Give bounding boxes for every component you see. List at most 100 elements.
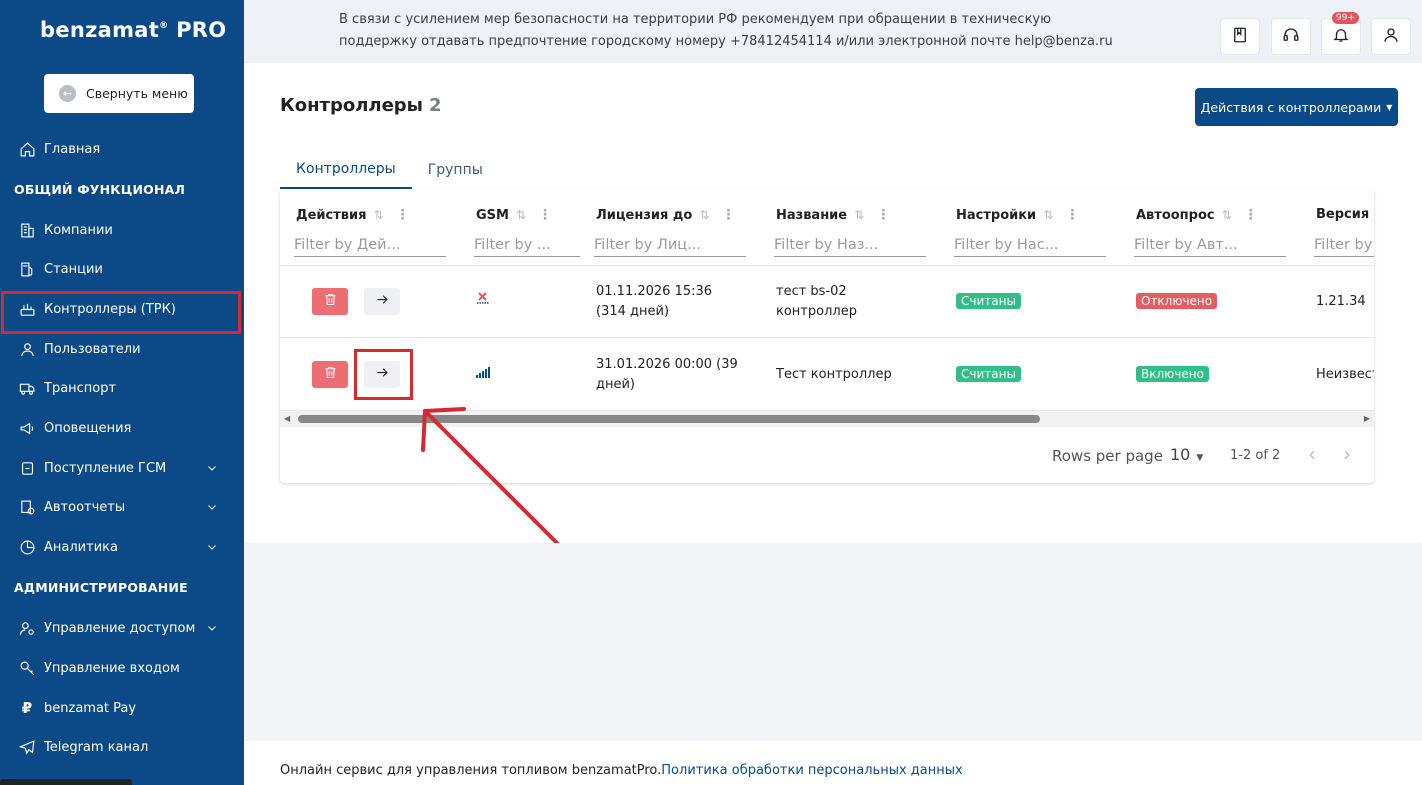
caret-down-icon: ▼ bbox=[1386, 102, 1393, 112]
pagination: Rows per page 10 ▼ 1-2 of 2 ‹ › bbox=[280, 427, 1374, 483]
license-cell: 31.01.2026 00:00 (39 дней) bbox=[596, 357, 738, 392]
status-badge: Включено bbox=[1136, 366, 1209, 382]
footer-text: Онлайн сервис для управления топливом be… bbox=[280, 763, 963, 778]
fuel-icon bbox=[18, 459, 36, 477]
arrow-left-icon: ← bbox=[59, 85, 76, 102]
controllers-count: 2 bbox=[428, 95, 442, 116]
highlight-box-controllers bbox=[1, 291, 241, 334]
filter-name-input[interactable] bbox=[774, 227, 926, 257]
col-license[interactable]: Лицензия до ⇅ ⋮ bbox=[596, 207, 735, 223]
scroll-left-icon[interactable]: ◀ bbox=[284, 414, 290, 423]
top-banner: В связи с усилением мер безопасности на … bbox=[244, 0, 1422, 63]
version-cell: Неизвест bbox=[1316, 367, 1374, 382]
highlight-box-open-button bbox=[354, 349, 413, 400]
main-content: Контроллеры 2 Действия с контроллерами ▼ К… bbox=[244, 63, 1422, 543]
version-cell: 1.21.34 bbox=[1316, 294, 1366, 309]
user-icon bbox=[18, 340, 36, 358]
sidebar-item-telegram[interactable]: Telegram канал bbox=[0, 728, 244, 766]
delete-button[interactable] bbox=[312, 361, 348, 388]
chevron-down-icon bbox=[206, 622, 218, 638]
filter-autopoll-input[interactable] bbox=[1134, 227, 1286, 257]
horizontal-scrollbar[interactable]: ◀ ▶ bbox=[280, 411, 1374, 427]
headset-icon bbox=[1282, 26, 1300, 48]
more-vert-icon: ⋮ bbox=[538, 207, 553, 223]
filter-actions-input[interactable] bbox=[294, 227, 446, 257]
page-footer: Онлайн сервис для управления топливом be… bbox=[244, 741, 1422, 785]
name-cell: Тест контроллер bbox=[776, 367, 892, 382]
sidebar-item-autoreports[interactable]: Автоотчеты bbox=[0, 488, 244, 526]
sidebar-item-companies[interactable]: Компании bbox=[0, 211, 244, 249]
sidebar-item-login-control[interactable]: Управление входом bbox=[0, 649, 244, 687]
chevron-right-icon[interactable]: › bbox=[1343, 442, 1351, 466]
sidebar: benzamat® PRO ← Свернуть меню Главная ОБ… bbox=[0, 0, 244, 785]
open-controller-button[interactable] bbox=[364, 288, 400, 315]
sort-icon: ⇅ bbox=[515, 208, 527, 222]
sidebar-scrollbar[interactable] bbox=[0, 779, 132, 785]
sidebar-item-notifications[interactable]: Оповещения bbox=[0, 409, 244, 447]
ruble-icon: ₽ bbox=[21, 699, 33, 717]
controllers-table: Действия ⇅ ⋮ GSM ⇅ ⋮ Лицензия до ⇅ ⋮ Название ⇅… bbox=[280, 189, 1374, 483]
name-cell: тест bs-02 контроллер bbox=[776, 284, 857, 319]
filter-license-input[interactable] bbox=[594, 227, 746, 257]
security-notice: В связи с усилением мер безопасности на … bbox=[339, 12, 1113, 49]
sort-icon: ⇅ bbox=[699, 208, 710, 222]
gsm-no-signal-icon bbox=[476, 290, 490, 311]
sidebar-item-access-control[interactable]: Управление доступом bbox=[0, 609, 244, 647]
notifications-button[interactable]: 99+ bbox=[1321, 12, 1361, 55]
section-admin: АДМИНИСТРИРОВАНИЕ bbox=[14, 580, 188, 595]
license-cell: 01.11.2026 15:36 (314 дней) bbox=[596, 284, 713, 319]
user-icon bbox=[1382, 26, 1400, 48]
collapse-menu-button[interactable]: ← Свернуть меню bbox=[44, 74, 194, 113]
truck-icon bbox=[18, 379, 36, 397]
profile-button[interactable] bbox=[1371, 18, 1411, 55]
status-badge: Считаны bbox=[956, 293, 1021, 309]
fuel-station-icon bbox=[18, 260, 36, 278]
col-version[interactable]: Версия П bbox=[1316, 207, 1374, 222]
delete-button[interactable] bbox=[312, 288, 348, 315]
sidebar-item-users[interactable]: Пользователи bbox=[0, 330, 244, 368]
section-general: ОБЩИЙ ФУНКЦИОНАЛ bbox=[14, 182, 186, 197]
book-icon bbox=[1231, 26, 1249, 48]
sidebar-item-home[interactable]: Главная bbox=[0, 130, 244, 168]
support-button[interactable] bbox=[1271, 18, 1311, 55]
filter-gsm-input[interactable] bbox=[474, 227, 580, 257]
caret-down-icon: ▼ bbox=[1196, 453, 1204, 463]
logo[interactable]: benzamat® PRO bbox=[40, 18, 226, 42]
key-icon bbox=[18, 659, 36, 677]
megaphone-icon bbox=[18, 419, 36, 437]
sidebar-item-benzamat-pay[interactable]: ₽ benzamat Pay bbox=[0, 689, 244, 727]
col-name[interactable]: Название ⇅ ⋮ bbox=[776, 207, 890, 223]
controller-actions-button[interactable]: Действия с контроллерами ▼ bbox=[1195, 88, 1398, 126]
trash-icon bbox=[323, 365, 338, 384]
privacy-policy-link[interactable]: Политика обработки персональных данных bbox=[661, 763, 962, 778]
bell-icon bbox=[1332, 26, 1350, 48]
rows-per-page-select[interactable]: 10 ▼ bbox=[1170, 445, 1203, 464]
col-gsm[interactable]: GSM ⇅ ⋮ bbox=[476, 207, 552, 223]
filter-settings-input[interactable] bbox=[954, 227, 1106, 257]
user-key-icon bbox=[18, 619, 36, 637]
sort-icon: ⇅ bbox=[1043, 208, 1054, 222]
scrollbar-thumb[interactable] bbox=[298, 415, 1040, 423]
notification-badge: 99+ bbox=[1332, 12, 1359, 24]
chevron-down-icon bbox=[206, 501, 218, 517]
tab-controllers[interactable]: Контроллеры bbox=[280, 151, 412, 189]
status-badge: Отключено bbox=[1136, 293, 1218, 309]
building-icon bbox=[18, 221, 36, 239]
tab-groups[interactable]: Группы bbox=[412, 151, 499, 189]
rows-per-page-label: Rows per page bbox=[1052, 447, 1163, 465]
sidebar-item-fuel-income[interactable]: Поступление ГСМ bbox=[0, 449, 244, 487]
more-vert-icon: ⋮ bbox=[1065, 207, 1080, 223]
col-settings[interactable]: Настройки ⇅ ⋮ bbox=[956, 207, 1079, 223]
more-vert-icon: ⋮ bbox=[876, 207, 891, 223]
sidebar-item-stations[interactable]: Станции bbox=[0, 250, 244, 288]
sidebar-item-transport[interactable]: Транспорт bbox=[0, 369, 244, 407]
chevron-left-icon[interactable]: ‹ bbox=[1308, 442, 1316, 466]
col-actions[interactable]: Действия ⇅ ⋮ bbox=[296, 207, 410, 223]
trash-icon bbox=[323, 292, 338, 311]
filter-version-input[interactable] bbox=[1314, 227, 1374, 257]
chevron-down-icon bbox=[206, 462, 218, 478]
scroll-right-icon[interactable]: ▶ bbox=[1364, 414, 1370, 423]
col-autopoll[interactable]: Автоопрос ⇅ ⋮ bbox=[1136, 207, 1258, 223]
sidebar-item-analytics[interactable]: Аналитика bbox=[0, 528, 244, 566]
docs-button[interactable] bbox=[1220, 18, 1260, 55]
